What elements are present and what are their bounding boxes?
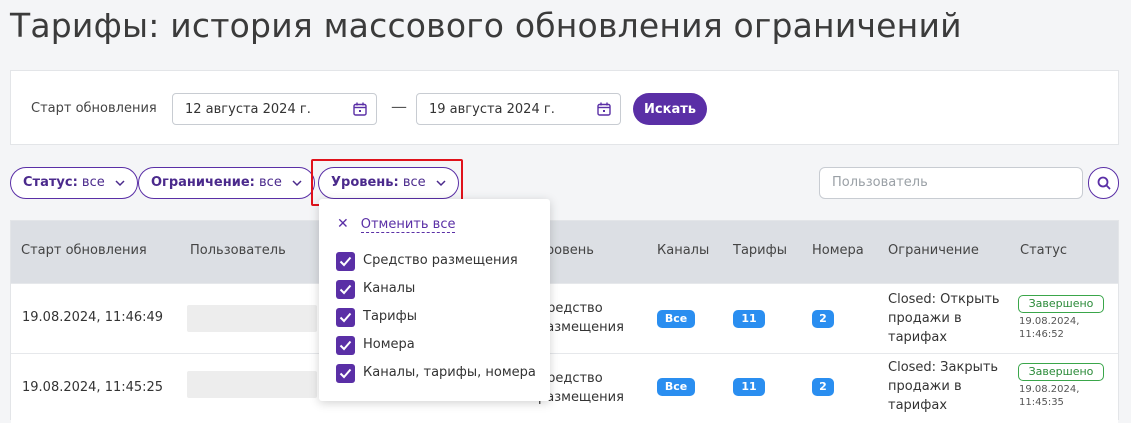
level-line: размещения xyxy=(538,320,624,335)
checkbox-checked[interactable] xyxy=(336,308,355,327)
status-badge: Завершено xyxy=(1018,295,1104,313)
restriction-line: Closed: Закрыть xyxy=(888,360,999,375)
status-badge: Завершено xyxy=(1018,363,1104,381)
level-option-label: Каналы, тарифы, номера xyxy=(363,365,536,380)
chevron-down-icon xyxy=(115,179,125,186)
restriction-filter-value: все xyxy=(259,175,282,190)
level-option-label: Номера xyxy=(363,337,415,352)
check-icon xyxy=(339,256,352,267)
column-header-user[interactable]: Пользователь xyxy=(190,243,286,258)
restriction-cell: Closed: Закрыть продажи в тарифах xyxy=(888,358,1008,415)
check-icon xyxy=(339,368,352,379)
restriction-line: Closed: Открыть xyxy=(888,292,1000,307)
column-header-status[interactable]: Статус xyxy=(1020,243,1067,258)
clear-all-label: Отменить все xyxy=(360,217,456,233)
status-filter-key: Статус: xyxy=(23,175,78,190)
restriction-line: тарифах xyxy=(888,398,948,413)
date-from-value: 12 августа 2024 г. xyxy=(185,102,311,117)
level-line: Средство xyxy=(538,301,603,316)
column-header-restriction[interactable]: Ограничение xyxy=(888,243,979,258)
restriction-cell: Closed: Открыть продажи в тарифах xyxy=(888,290,1008,347)
level-line: Средство xyxy=(538,371,603,386)
level-option-label: Тарифы xyxy=(363,309,417,324)
user-search-input[interactable]: Пользователь xyxy=(819,167,1083,199)
rooms-badge: 2 xyxy=(812,378,834,396)
calendar-icon[interactable] xyxy=(353,102,367,116)
checkbox-checked[interactable] xyxy=(336,364,355,383)
column-header-rooms[interactable]: Номера xyxy=(812,243,864,258)
status-date: 19.08.2024, xyxy=(1019,384,1080,395)
column-header-start[interactable]: Старт обновления xyxy=(21,243,147,258)
user-cell-redacted xyxy=(187,371,317,398)
history-table: Старт обновления Пользователь Уровень Ка… xyxy=(10,220,1119,423)
chevron-down-icon xyxy=(292,179,302,186)
start-cell: 19.08.2024, 11:46:49 xyxy=(22,310,164,325)
page-title: Тарифы: история массового обновления огр… xyxy=(10,6,962,45)
check-icon xyxy=(339,340,352,351)
table-row[interactable]: 19.08.2024, 11:45:25 Средство размещения… xyxy=(11,353,1118,423)
level-line: размещения xyxy=(538,390,624,405)
status-timestamp: 19.08.2024, 11:45:35 xyxy=(1019,383,1089,409)
user-search-button[interactable] xyxy=(1088,167,1119,199)
start-cell: 19.08.2024, 11:45:25 xyxy=(22,380,164,395)
update-start-label: Старт обновления xyxy=(31,101,157,116)
tariffs-badge: 11 xyxy=(733,378,765,396)
level-cell: Средство размещения xyxy=(538,369,624,407)
column-header-tariffs[interactable]: Тарифы xyxy=(733,243,787,258)
checkbox-checked[interactable] xyxy=(336,280,355,299)
status-date: 19.08.2024, xyxy=(1019,316,1080,327)
rooms-badge: 2 xyxy=(812,310,834,328)
status-filter[interactable]: Статус: все xyxy=(10,167,138,199)
date-range-dash: — xyxy=(391,97,407,116)
column-header-channels[interactable]: Каналы xyxy=(657,243,709,258)
clear-all-button[interactable]: ✕ Отменить все xyxy=(337,216,456,233)
level-option-label: Средство размещения xyxy=(363,253,518,268)
restriction-line: тарифах xyxy=(888,330,948,345)
status-time: 11:45:35 xyxy=(1019,397,1064,408)
checkbox-checked[interactable] xyxy=(336,252,355,271)
check-icon xyxy=(339,284,352,295)
channels-badge: Все xyxy=(657,378,695,396)
level-option-label: Каналы xyxy=(363,281,416,296)
date-to-field[interactable]: 19 августа 2024 г. xyxy=(416,93,621,125)
search-panel: Старт обновления 12 августа 2024 г. — 19… xyxy=(10,70,1119,145)
user-cell-redacted xyxy=(187,305,317,332)
level-cell: Средство размещения xyxy=(538,299,624,337)
restriction-line: продажи в xyxy=(888,379,962,394)
restriction-line: продажи в xyxy=(888,311,962,326)
date-from-field[interactable]: 12 августа 2024 г. xyxy=(172,93,377,125)
date-to-value: 19 августа 2024 г. xyxy=(429,102,555,117)
search-icon xyxy=(1097,176,1111,190)
status-timestamp: 19.08.2024, 11:46:52 xyxy=(1019,315,1089,341)
tariffs-badge: 11 xyxy=(733,310,765,328)
calendar-icon[interactable] xyxy=(597,102,611,116)
restriction-filter-key: Ограничение: xyxy=(151,175,255,190)
restriction-filter[interactable]: Ограничение: все xyxy=(138,167,315,199)
table-header: Старт обновления Пользователь Уровень Ка… xyxy=(11,221,1118,283)
checkbox-checked[interactable] xyxy=(336,336,355,355)
status-filter-value: все xyxy=(81,175,105,190)
search-button[interactable]: Искать xyxy=(633,93,707,125)
check-icon xyxy=(339,312,352,323)
level-filter-dropdown: ✕ Отменить все Средство размещения Каналы… xyxy=(319,199,550,401)
close-icon: ✕ xyxy=(337,216,349,232)
status-time: 11:46:52 xyxy=(1019,329,1064,340)
channels-badge: Все xyxy=(657,310,695,328)
table-row[interactable]: 19.08.2024, 11:46:49 Средство размещения… xyxy=(11,283,1118,353)
